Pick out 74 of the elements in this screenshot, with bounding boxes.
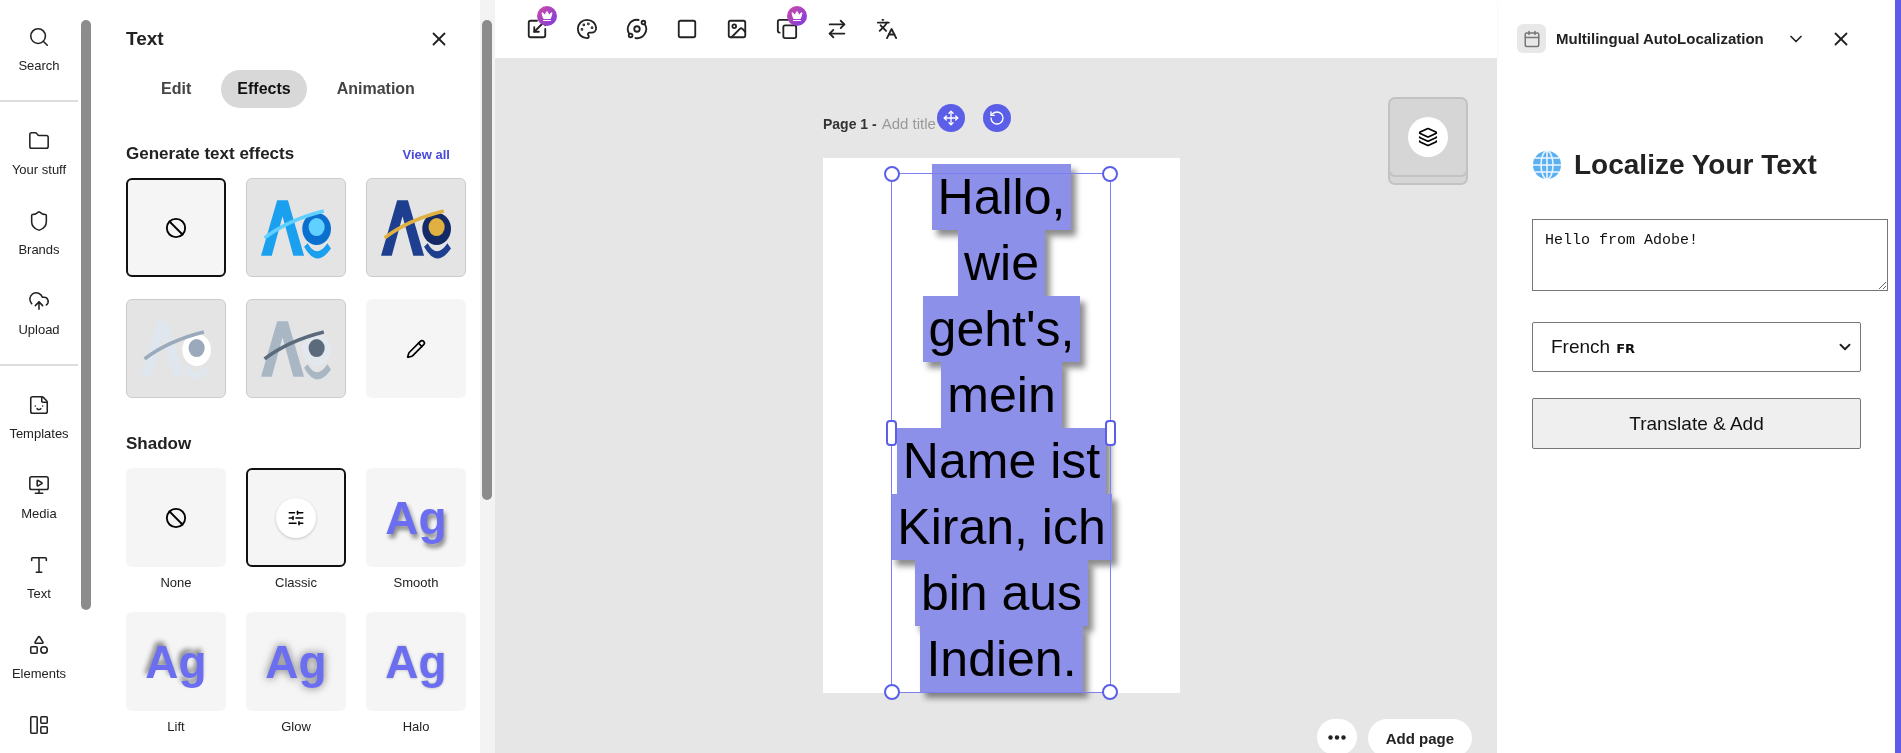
layout-icon (28, 714, 50, 736)
copy-icon (776, 18, 798, 40)
none-icon (165, 506, 187, 529)
shadow-tile[interactable]: Ag (246, 612, 346, 711)
rail-item[interactable]: Text (0, 554, 78, 610)
effect-tile[interactable] (126, 178, 226, 277)
section-heading: Generate text effects (126, 144, 295, 164)
rail-item[interactable]: Media (0, 474, 78, 530)
shield-icon (28, 210, 50, 232)
tile-label: None (160, 575, 192, 590)
tile-label: Halo (402, 719, 430, 734)
section-heading: Shadow (126, 434, 192, 454)
shadow-sample: Ag (265, 634, 327, 689)
move-icon (943, 110, 959, 126)
sticker-icon (28, 394, 50, 416)
layers-icon (1418, 127, 1438, 147)
tile-label: Classic (275, 575, 317, 590)
tile-label: Lift (167, 719, 185, 734)
shapes-icon (28, 634, 50, 656)
tab[interactable]: Animation (320, 70, 431, 108)
sliders-icon (287, 508, 305, 527)
shadow-tile[interactable]: Ag (126, 612, 226, 711)
view-all-link[interactable]: View all (402, 146, 450, 162)
more-button[interactable] (1317, 719, 1357, 753)
translate-button[interactable]: Translate & Add (1532, 398, 1861, 449)
page-label: Page 1 - (823, 116, 877, 132)
move-button[interactable] (937, 104, 965, 132)
orbit-icon (626, 18, 648, 40)
image-icon (726, 18, 748, 40)
rail-item[interactable]: Brands (0, 210, 78, 266)
shadow-sample: Ag (145, 634, 207, 689)
shadow-tile[interactable]: Ag (366, 468, 466, 567)
rail-item[interactable]: Your stuff (0, 130, 78, 186)
tile-label: Smooth (393, 575, 439, 590)
search-icon (28, 26, 50, 48)
rotate-button[interactable] (983, 104, 1011, 132)
add-page-button[interactable]: Add page (1367, 719, 1472, 753)
adjust-button[interactable] (276, 497, 316, 538)
rail-item[interactable]: Search (0, 26, 78, 82)
shadow-tile[interactable] (246, 468, 346, 567)
rail-item[interactable]: Upload (0, 290, 78, 346)
shadow-tile[interactable] (126, 468, 226, 567)
shadow-tile[interactable]: Ag (366, 612, 466, 711)
plugin-heading: Localize Your Text (1574, 149, 1817, 181)
app-icon (1517, 24, 1546, 53)
scrollbar[interactable] (81, 20, 91, 610)
rail-item[interactable]: Templates (0, 394, 78, 450)
shadow-sample: Ag (385, 490, 447, 545)
none-icon (165, 216, 187, 239)
language-select[interactable]: French FR (1532, 322, 1861, 372)
shadow-sample: Ag (385, 634, 447, 689)
palette-icon (576, 18, 598, 40)
globe-icon (1532, 150, 1562, 180)
panel-title: Text (126, 28, 164, 50)
pencil-icon (406, 338, 426, 359)
tab[interactable]: Effects (221, 70, 307, 108)
crown-icon (787, 6, 807, 26)
swap-icon (826, 18, 848, 40)
folder-icon (28, 130, 50, 152)
square-icon (676, 18, 698, 40)
tile-label: Glow (281, 719, 311, 734)
scrollbar[interactable] (482, 20, 492, 500)
rotate-icon (989, 110, 1005, 126)
type-icon (28, 554, 50, 576)
play-icon (28, 474, 50, 496)
cloud-upload-icon (28, 290, 50, 312)
translate-icon (876, 18, 898, 40)
crown-icon (537, 6, 557, 26)
tab[interactable]: Edit (145, 70, 208, 108)
effect-tile[interactable] (366, 299, 466, 398)
rail-item[interactable]: Elements (0, 634, 78, 690)
input-field[interactable]: Hello from Adobe! (1532, 219, 1888, 291)
more-icon (1328, 734, 1346, 740)
plugin-title: Multilingual AutoLocalization (1556, 30, 1764, 47)
